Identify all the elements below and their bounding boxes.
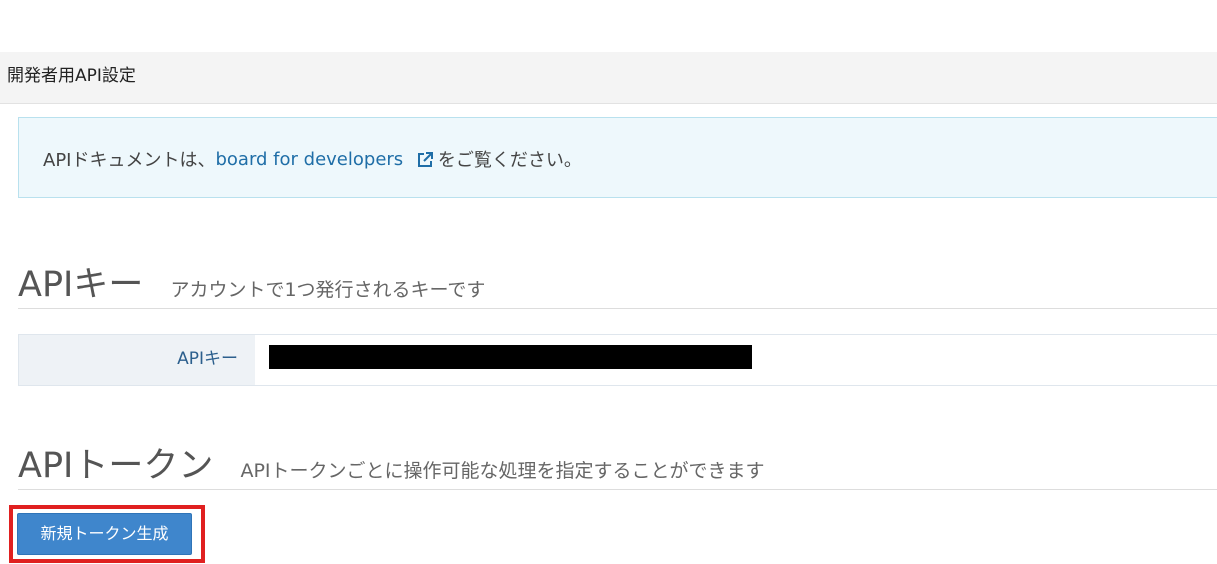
info-suffix: をご覧ください。 — [437, 150, 582, 171]
api-key-subtitle: アカウントで1つ発行されるキーです — [170, 279, 486, 301]
info-prefix: APIドキュメントは、 — [43, 150, 216, 171]
api-key-field-value[interactable] — [255, 335, 1217, 385]
board-for-developers-link[interactable]: board for developers — [215, 149, 437, 170]
page-title: 開発者用API設定 — [7, 66, 136, 86]
redacted-api-key — [269, 345, 752, 369]
page-header: 開発者用API設定 — [0, 52, 1217, 104]
api-token-heading: APIトークン APIトークンごとに操作可能な処理を指定することができます — [18, 437, 1217, 490]
new-token-button[interactable]: 新規トークン生成 — [17, 513, 192, 555]
api-token-subtitle: APIトークンごとに操作可能な処理を指定することができます — [240, 460, 765, 482]
api-key-heading: APIキー アカウントで1つ発行されるキーです — [18, 256, 1217, 309]
info-message: APIドキュメントは、 board for developers をご覧ください… — [43, 146, 582, 172]
api-key-field-row: APIキー — [18, 334, 1217, 386]
api-settings-page: 開発者用API設定 APIドキュメントは、 board for develope… — [0, 0, 1217, 564]
api-token-title: APIトークン — [18, 446, 214, 486]
api-key-field-label: APIキー — [19, 335, 255, 385]
api-key-title: APIキー — [18, 265, 144, 305]
api-docs-info-box: APIドキュメントは、 board for developers をご覧ください… — [18, 117, 1217, 198]
external-link-icon — [417, 151, 433, 167]
link-text: board for developers — [215, 148, 404, 170]
